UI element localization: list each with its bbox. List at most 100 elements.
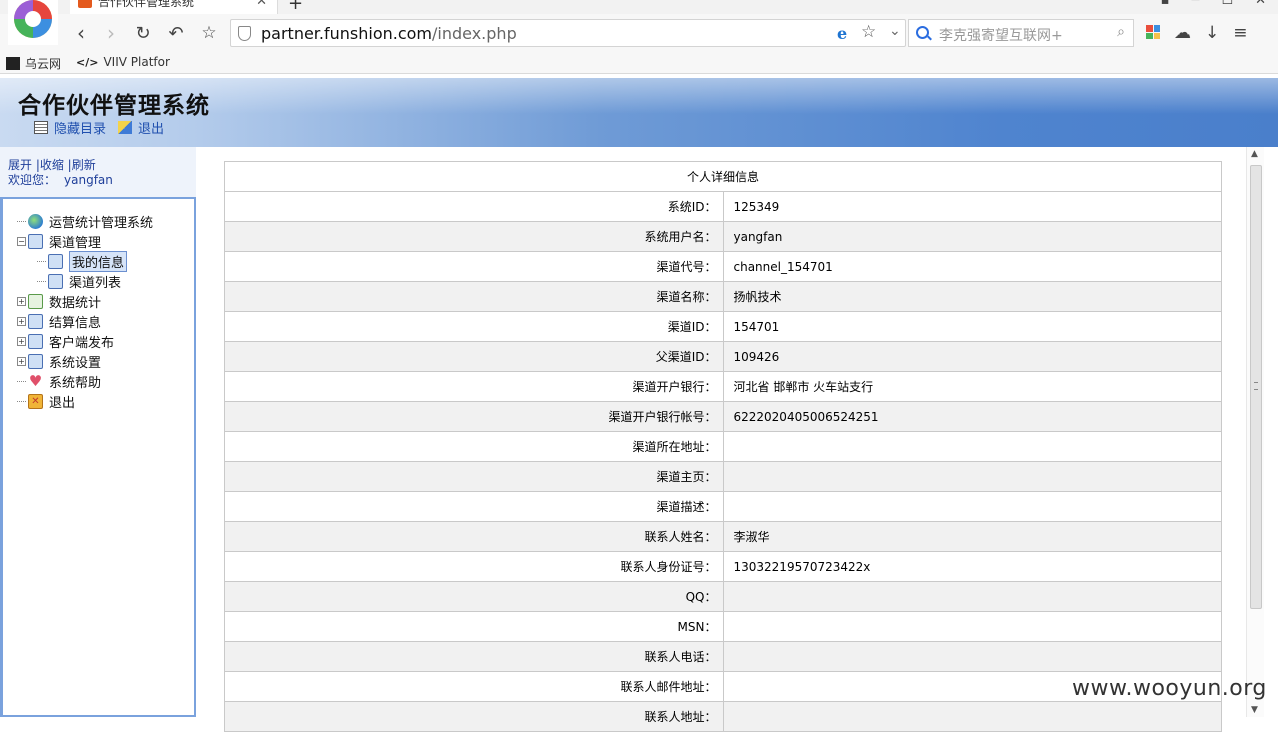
expand-icon[interactable]: +	[17, 296, 26, 306]
bookmark-star-icon[interactable]: ☆	[196, 20, 222, 46]
row-label: 渠道ID：	[224, 311, 724, 342]
logout-label: 退出	[138, 122, 165, 137]
table-row: 联系人电话：	[224, 641, 1222, 672]
table-row: 联系人身份证号： 13032219570723422x	[224, 551, 1222, 582]
minimize-icon[interactable]: ▪	[1161, 0, 1170, 8]
download-icon[interactable]: ↓	[1205, 23, 1219, 43]
table-row: QQ：	[224, 581, 1222, 612]
tree-item-client-release[interactable]: + 客户端发布	[17, 331, 153, 351]
row-label: 渠道名称：	[224, 281, 724, 312]
welcome-label: 欢迎您：	[8, 173, 57, 187]
exit-icon: ✕	[28, 393, 43, 409]
bookmark-viiv[interactable]: </> VIIV Platfor	[76, 55, 170, 69]
row-label: 父渠道ID：	[224, 341, 724, 372]
document-icon	[34, 121, 48, 134]
tree-item-ops-stats[interactable]: 运营统计管理系统	[17, 211, 153, 231]
row-value	[722, 431, 1222, 462]
tree-item-help[interactable]: ♥ 系统帮助	[17, 371, 153, 391]
scroll-down-icon[interactable]: ▼	[1251, 705, 1258, 715]
tree-item-data-stats[interactable]: + 数据统计	[17, 291, 153, 311]
table-row: 联系人姓名： 李淑华	[224, 521, 1222, 552]
row-label: 渠道开户银行：	[224, 371, 724, 402]
url-path: /index.php	[432, 24, 517, 43]
back-arrow-icon[interactable]: ‹	[68, 20, 94, 46]
address-bar[interactable]: partner.funshion.com/index.php e ☆ ⌄	[230, 19, 906, 47]
hide-menu-link[interactable]: 隐藏目录	[34, 118, 106, 137]
close-window-icon[interactable]: ✕	[1255, 0, 1266, 8]
row-label: 联系人邮件地址：	[224, 671, 724, 702]
menu-icon[interactable]: ≡	[1233, 23, 1247, 43]
row-label: 渠道开户银行帐号：	[224, 401, 724, 432]
bookmark-label: VIIV Platfor	[103, 55, 170, 69]
table-row: 渠道开户银行： 河北省 邯郸市 火车站支行	[224, 371, 1222, 402]
edit-icon	[118, 121, 132, 134]
tree-item-channel-mgmt[interactable]: − 渠道管理	[17, 231, 153, 251]
watermark: www.wooyun.org	[1072, 676, 1267, 701]
app-header: 合作伙伴管理系统 隐藏目录 退出	[0, 78, 1278, 147]
window-controls: ▪ ─ ☐ ✕	[1161, 0, 1266, 8]
folder-icon	[28, 353, 43, 369]
bookmark-wooyun[interactable]: 乌云网	[6, 55, 61, 72]
row-label: 渠道所在地址：	[224, 431, 724, 462]
nav-tree: 运营统计管理系统 − 渠道管理 我的信息 渠道列表 + 数据统计 + 结算信息 + 客户…	[17, 211, 153, 411]
maximize-icon[interactable]: ☐	[1221, 0, 1233, 8]
username: yangfan	[64, 173, 113, 187]
expand-icon[interactable]: +	[17, 316, 26, 326]
browser-logo-icon[interactable]	[8, 0, 58, 45]
url-host: partner.funshion.com	[261, 24, 433, 43]
toolbar-icons: ☁ ↓ ≡	[1146, 23, 1248, 43]
reload-icon[interactable]: ↻	[130, 20, 156, 46]
row-label: 渠道代号：	[224, 251, 724, 282]
url-text[interactable]: partner.funshion.com/index.php	[261, 24, 517, 43]
browser-tabstrip: 合作伙伴管理系统 ✕ + ▪ ─ ☐ ✕	[0, 0, 1278, 14]
scroll-up-icon[interactable]: ▲	[1251, 149, 1258, 159]
tree-item-channel-list[interactable]: 渠道列表	[17, 271, 153, 291]
table-row: 父渠道ID： 109426	[224, 341, 1222, 372]
search-icon[interactable]: ⌕	[1117, 24, 1125, 40]
row-label: 联系人身份证号：	[224, 551, 724, 582]
table-row: MSN：	[224, 611, 1222, 642]
row-label: 系统ID：	[224, 191, 724, 222]
tree-item-settlement[interactable]: + 结算信息	[17, 311, 153, 331]
heart-icon: ♥	[28, 371, 43, 390]
scrollbar-thumb[interactable]	[1250, 165, 1262, 609]
apps-grid-icon[interactable]	[1146, 25, 1160, 39]
browser-tab[interactable]: 合作伙伴管理系统 ✕	[70, 0, 278, 14]
new-tab-button[interactable]: +	[288, 0, 303, 14]
chevron-down-icon[interactable]: ⌄	[889, 23, 901, 39]
tree-item-logout[interactable]: ✕ 退出	[17, 391, 153, 411]
expand-icon[interactable]: +	[17, 356, 26, 366]
tree-item-my-info[interactable]: 我的信息	[17, 250, 153, 272]
row-label: MSN：	[224, 611, 724, 642]
sidebar-tree-panel: 运营统计管理系统 − 渠道管理 我的信息 渠道列表 + 数据统计 + 结算信息 + 客户…	[0, 197, 196, 717]
folder-icon	[28, 333, 43, 349]
welcome-text: 欢迎您： yangfan	[8, 171, 113, 188]
forward-arrow-icon[interactable]: ›	[98, 20, 124, 46]
logout-link[interactable]: 退出	[118, 118, 164, 137]
row-value	[722, 581, 1222, 612]
expand-icon[interactable]: +	[17, 336, 26, 346]
row-value: 河北省 邯郸市 火车站支行	[722, 371, 1222, 402]
undo-icon[interactable]: ↶	[163, 20, 189, 46]
bookmark-label: 乌云网	[25, 57, 62, 71]
vertical-scrollbar[interactable]: ▲ ▼	[1246, 147, 1264, 717]
ie-mode-icon[interactable]: e	[837, 24, 847, 43]
search-engine-icon	[916, 26, 929, 39]
folder-icon	[28, 313, 43, 329]
search-box[interactable]: 李克强寄望互联网+ ⌕	[908, 19, 1134, 47]
table-row: 渠道描述：	[224, 491, 1222, 522]
favorite-star-icon[interactable]: ☆	[861, 22, 876, 42]
row-value: 125349	[722, 191, 1222, 222]
tab-close-icon[interactable]: ✕	[256, 0, 267, 9]
row-value: 6222020405006524251	[722, 401, 1222, 432]
table-row: 渠道所在地址：	[224, 431, 1222, 462]
cloud-icon[interactable]: ☁	[1174, 23, 1191, 43]
table-row: 渠道ID： 154701	[224, 311, 1222, 342]
personal-detail-table: 个人详细信息 系统ID： 125349 系统用户名： yangfan 渠道代号： chan…	[224, 161, 1222, 732]
collapse-icon[interactable]: −	[17, 236, 26, 246]
tree-item-system-settings[interactable]: + 系统设置	[17, 351, 153, 371]
row-value	[722, 611, 1222, 642]
window-minimize-button[interactable]: ─	[1192, 0, 1200, 8]
folder-icon	[48, 273, 63, 289]
search-input[interactable]: 李克强寄望互联网+	[939, 25, 1063, 45]
